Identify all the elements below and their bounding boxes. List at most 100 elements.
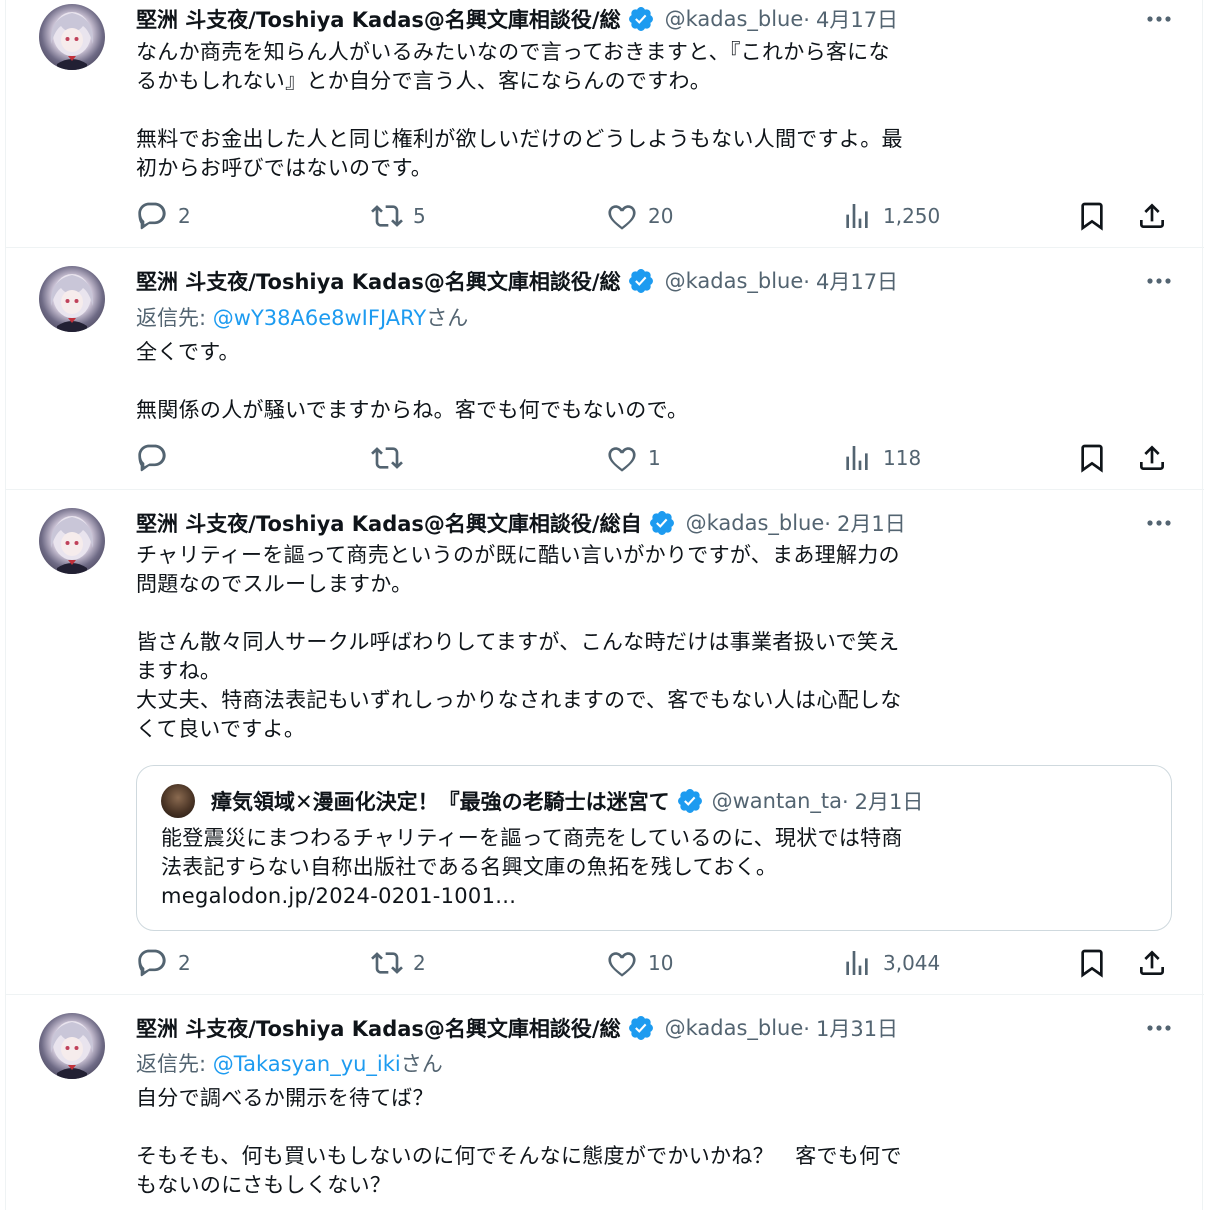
quoted-author-name[interactable]: 瘴気領域✕漫画化決定！『最強の老騎士は迷宮て [211,786,670,816]
bookmark-button[interactable] [1076,946,1108,980]
verified-badge-icon [627,267,655,295]
tweet-text: なんか商売を知らん人がいるみたいなので言っておきますと、『これから客にな るかも… [136,38,1156,183]
like-button[interactable]: 1 [606,441,661,475]
author-name[interactable]: 堅洲 斗支夜/Toshiya Kadas@名興文庫相談役/総 [136,4,621,34]
view-count: 1,250 [883,204,941,228]
like-button[interactable]: 20 [606,199,673,233]
tweet-text-line: 大丈夫、特商法表記もいずれしっかりなされますので、客でもない人は心配しな [136,688,902,712]
verified-badge-icon [627,5,655,33]
retweet-button[interactable]: 5 [371,199,426,233]
share-button[interactable] [1136,199,1168,233]
quoted-tweet-date[interactable]: 2月1日 [842,786,924,816]
bookmark-button[interactable] [1076,441,1108,475]
reply-icon [136,442,168,474]
tweet-date[interactable]: 2月1日 [824,508,906,538]
bookmark-icon [1076,947,1108,979]
views-button[interactable]: 118 [841,441,921,475]
views-icon [841,947,873,979]
tweet[interactable]: 堅洲 斗支夜/Toshiya Kadas@名興文庫相談役/総 @kadas_bl… [6,0,1204,248]
tweet-actions: 2 5 20 1,250 [136,199,1176,233]
retweet-count: 5 [413,204,426,228]
retweet-button[interactable]: 2 [371,946,426,980]
tweet-text-line: 全くです。 [136,340,240,364]
tweet-text-line [136,1113,1156,1142]
quoted-tweet[interactable]: 瘴気領域✕漫画化決定！『最強の老騎士は迷宮て @wantan_ta 2月1日 能… [136,765,1172,931]
more-icon[interactable] [1144,6,1174,32]
reply-context: 返信先: @Takasyan_yu_ikiさん [136,1049,443,1079]
tweet-text-line: 皆さん散々同人サークル呼ばわりしてますが、こんな時だけは事業者扱いで笑え [136,630,900,654]
retweet-icon [371,947,403,979]
tweet-actions: 1 118 [136,441,1176,475]
tweet-text-line: るかもしれない』とか自分で言う人、客にならんのですわ。 [136,69,712,93]
views-button[interactable]: 3,044 [841,946,940,980]
retweet-button[interactable] [371,441,413,475]
reply-context: 返信先: @wY38A6e8wIFJARYさん [136,303,468,333]
reply-icon [136,947,168,979]
avatar[interactable] [39,1013,105,1079]
tweet-date[interactable]: 4月17日 [803,266,898,296]
avatar[interactable] [39,266,105,332]
more-icon[interactable] [1144,1015,1174,1041]
reply-button[interactable] [136,441,178,475]
tweet-text-line: くて良いですよ。 [136,717,306,741]
view-count: 3,044 [883,951,941,975]
author-handle[interactable]: @kadas_blue [665,1016,804,1040]
bookmark-button[interactable] [1076,199,1108,233]
tweet-text-line: もないのにさもしくない？ [136,1173,392,1197]
tweet[interactable]: 堅洲 斗支夜/Toshiya Kadas@名興文庫相談役/総 @kadas_bl… [6,996,1204,1210]
reply-mention-link[interactable]: @Takasyan_yu_iki [213,1052,401,1076]
quoted-text-line: 能登震災にまつわるチャリティーを謳って商売をしているのに、現状では特商 [161,826,903,850]
more-icon[interactable] [1144,268,1174,294]
tweet-text: 自分で調べるか開示を待てば？ そもそも、何も買いもしないのに何でそんなに態度がで… [136,1084,1156,1200]
tweet-text-line: そもそも、何も買いもしないのに何でそんなに態度がでかいかね？ 客でも何で [136,1144,902,1168]
tweet[interactable]: 堅洲 斗支夜/Toshiya Kadas@名興文庫相談役/総 @kadas_bl… [6,249,1204,490]
tweet[interactable]: 堅洲 斗支夜/Toshiya Kadas@名興文庫相談役/総自 @kadas_b… [6,491,1204,995]
author-handle[interactable]: @kadas_blue [665,269,804,293]
quoted-text-line: 法表記すらない自称出版社である名興文庫の魚拓を残しておく。 [161,855,778,879]
share-button[interactable] [1136,946,1168,980]
author-handle[interactable]: @kadas_blue [686,511,825,535]
tweet-header: 堅洲 斗支夜/Toshiya Kadas@名興文庫相談役/総 @kadas_bl… [136,1013,1174,1043]
tweet-text-line [136,96,1156,125]
quoted-link[interactable]: megalodon.jp/2024-0201-1001... [161,882,1151,911]
author-name[interactable]: 堅洲 斗支夜/Toshiya Kadas@名興文庫相談役/総 [136,1013,621,1043]
tweet-date[interactable]: 4月17日 [803,4,898,34]
author-name[interactable]: 堅洲 斗支夜/Toshiya Kadas@名興文庫相談役/総 [136,266,621,296]
author-name[interactable]: 堅洲 斗支夜/Toshiya Kadas@名興文庫相談役/総自 [136,508,642,538]
bookmark-icon [1076,200,1108,232]
bookmark-icon [1076,442,1108,474]
tweet-header: 堅洲 斗支夜/Toshiya Kadas@名興文庫相談役/総 @kadas_bl… [136,266,1174,296]
reply-button[interactable]: 2 [136,199,191,233]
heart-icon [606,200,638,232]
avatar[interactable] [39,508,105,574]
heart-icon [606,442,638,474]
tweet-text-line: 無関係の人が騒いでますからね。客でも何でもないので。 [136,398,689,422]
like-button[interactable]: 10 [606,946,673,980]
tweet-header: 堅洲 斗支夜/Toshiya Kadas@名興文庫相談役/総自 @kadas_b… [136,508,1174,538]
tweet-text-line: 自分で調べるか開示を待てば？ [136,1086,434,1110]
share-button[interactable] [1136,441,1168,475]
verified-badge-icon [648,509,676,537]
quoted-avatar[interactable] [161,784,195,818]
reply-suffix: さん [426,306,469,330]
retweet-icon [371,200,403,232]
timeline-feed: 堅洲 斗支夜/Toshiya Kadas@名興文庫相談役/総 @kadas_bl… [5,0,1204,1210]
views-button[interactable]: 1,250 [841,199,940,233]
quoted-tweet-text: 能登震災にまつわるチャリティーを謳って商売をしているのに、現状では特商 法表記す… [161,824,1151,911]
verified-badge-icon [676,787,704,815]
author-handle[interactable]: @kadas_blue [665,7,804,31]
tweet-text-line: ますね。 [136,659,222,683]
tweet-text: チャリティーを謳って商売というのが既に酷い言いがかりですが、まあ理解力の 問題な… [136,541,1156,744]
reply-prefix: 返信先: [136,1052,213,1076]
share-icon [1136,200,1168,232]
reply-count: 2 [178,951,191,975]
tweet-text-line: なんか商売を知らん人がいるみたいなので言っておきますと、『これから客にな [136,40,890,64]
reply-mention-link[interactable]: @wY38A6e8wIFJARY [213,306,426,330]
tweet-text-line [136,367,1156,396]
reply-count: 2 [178,204,191,228]
reply-button[interactable]: 2 [136,946,191,980]
quoted-author-handle[interactable]: @wantan_ta [712,789,842,813]
more-icon[interactable] [1144,510,1174,536]
tweet-date[interactable]: 1月31日 [803,1013,898,1043]
avatar[interactable] [39,4,105,70]
